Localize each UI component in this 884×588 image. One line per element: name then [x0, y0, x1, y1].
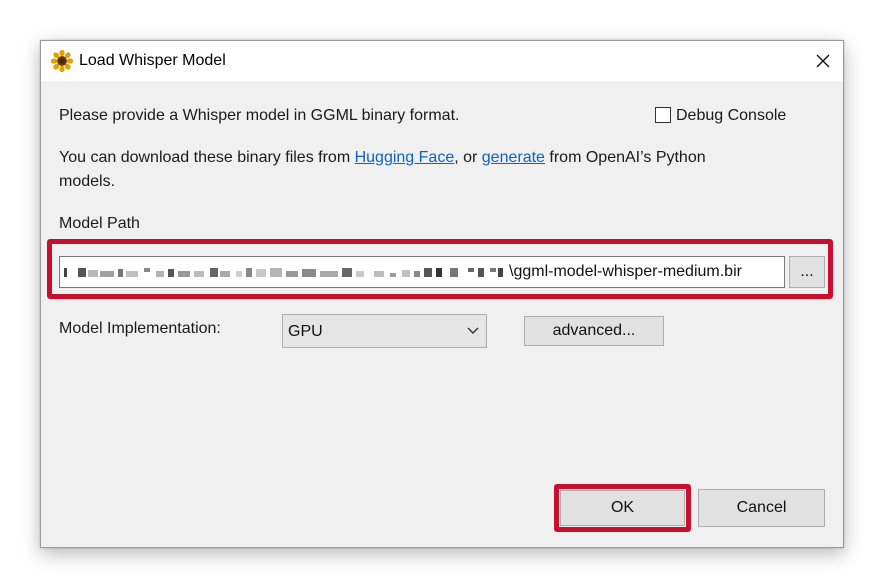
close-button[interactable]: [803, 41, 843, 81]
advanced-button-label: advanced...: [552, 322, 636, 339]
close-icon: [816, 54, 830, 68]
browse-button-label: ...: [800, 263, 814, 280]
model-implementation-label: Model Implementation:: [59, 320, 221, 337]
chevron-down-icon: [467, 327, 479, 334]
ok-button-label: OK: [610, 499, 635, 516]
download-text-part2: , or: [454, 149, 482, 166]
model-implementation-value: GPU: [288, 323, 323, 340]
model-path-value: \ggml-model-whisper-medium.bir: [509, 263, 742, 280]
model-path-label: Model Path: [59, 215, 140, 232]
ok-button[interactable]: OK: [560, 490, 685, 526]
cancel-button[interactable]: Cancel: [698, 489, 825, 527]
load-whisper-model-dialog: Load Whisper Model Please provide a Whis…: [40, 40, 844, 548]
download-text-part1: You can download these binary files from: [59, 149, 355, 166]
download-text-line2: models.: [59, 173, 116, 190]
model-path-input[interactable]: \ggml-model-whisper-medium.bir: [59, 256, 785, 288]
intro-text: Please provide a Whisper model in GGML b…: [59, 107, 460, 124]
download-text-part3: from OpenAI’s Python: [544, 149, 706, 166]
redacted-path-mask: [64, 268, 503, 277]
debug-console-label[interactable]: Debug Console: [676, 105, 786, 127]
browse-button[interactable]: ...: [789, 256, 825, 288]
cancel-button-label: Cancel: [736, 499, 787, 516]
title-bar: Load Whisper Model: [41, 41, 843, 81]
hugging-face-link[interactable]: Hugging Face: [355, 149, 455, 166]
generate-link[interactable]: generate: [482, 149, 545, 166]
window-title: Load Whisper Model: [79, 52, 226, 69]
debug-console-checkbox[interactable]: [655, 107, 671, 123]
advanced-button[interactable]: advanced...: [524, 316, 664, 346]
download-text: You can download these binary files from…: [59, 147, 706, 169]
sunflower-icon: [50, 49, 74, 73]
model-implementation-select[interactable]: GPU: [282, 314, 487, 348]
